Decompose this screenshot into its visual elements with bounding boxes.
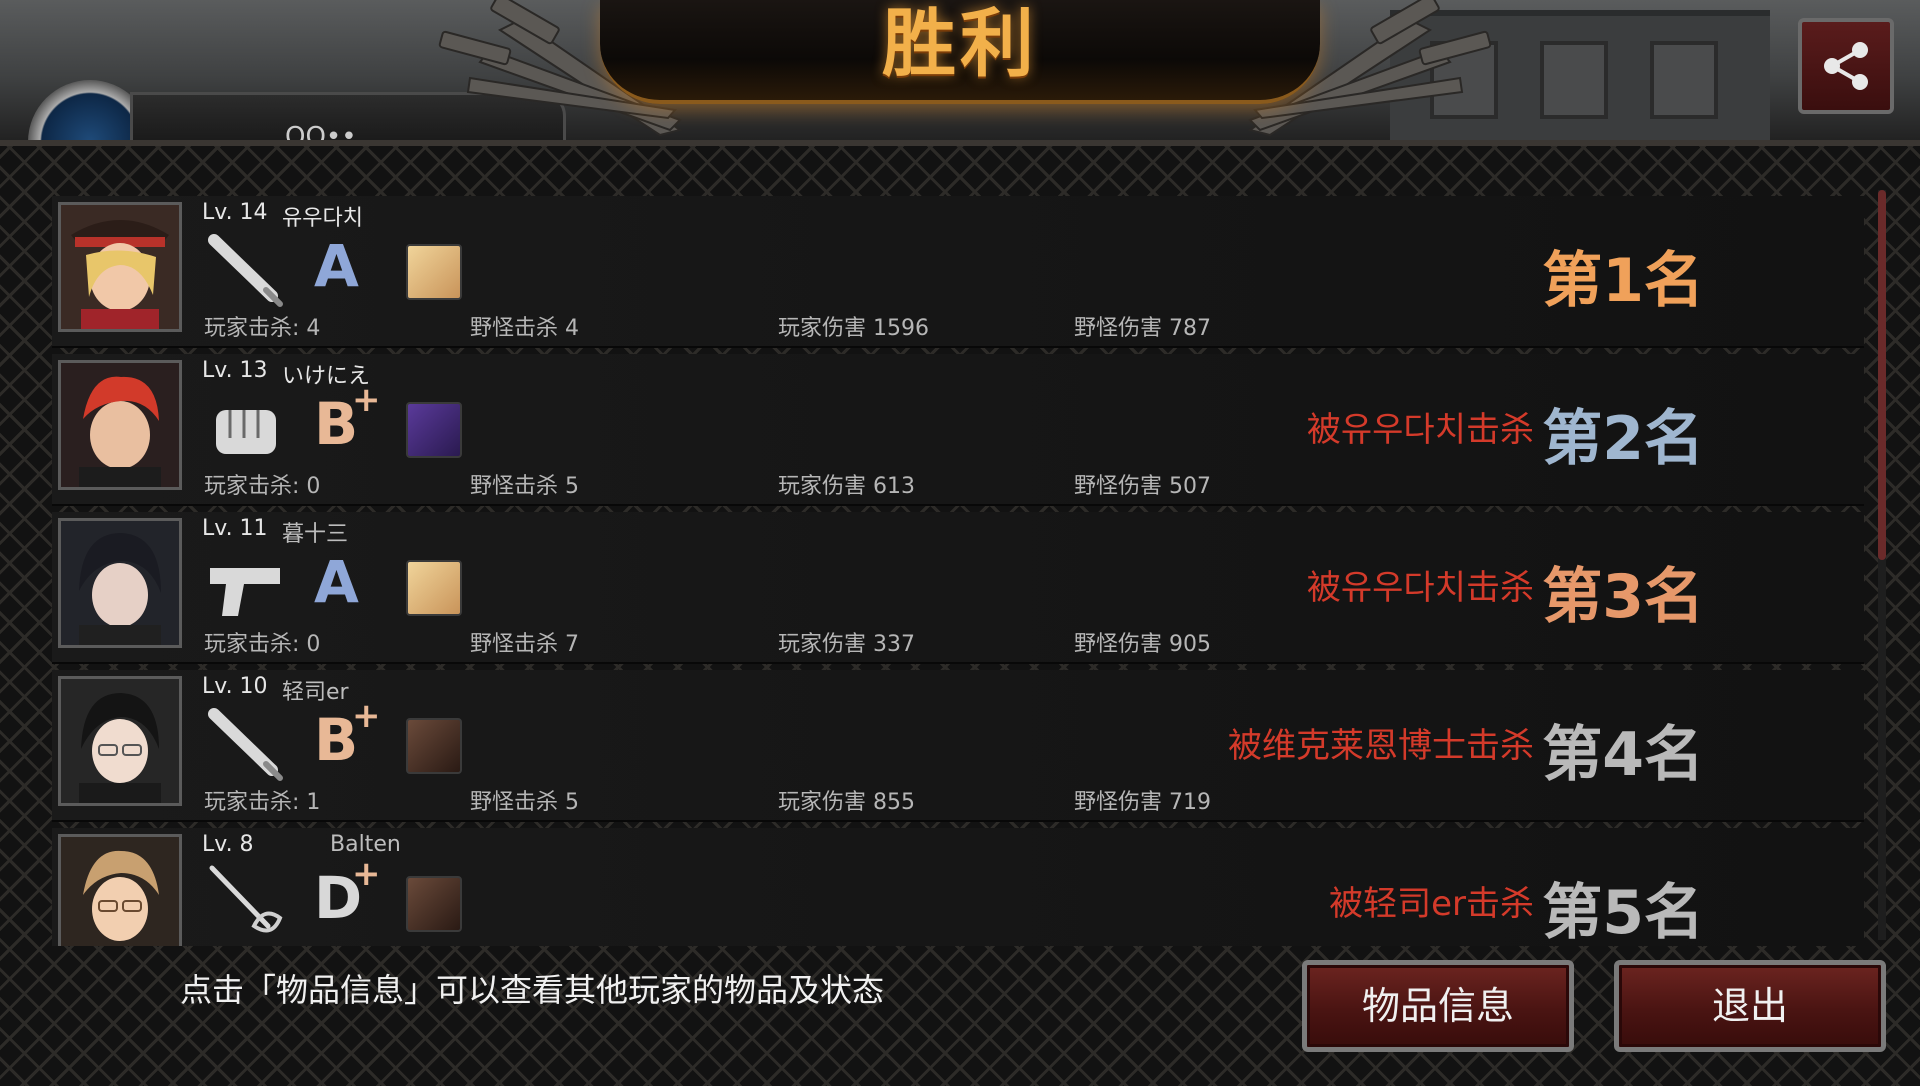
grade-plus: + <box>352 696 381 736</box>
player-kills: 玩家击杀: 0 <box>204 632 321 657</box>
item-info-button[interactable]: 物品信息 <box>1302 960 1574 1052</box>
player-kills: 玩家击杀: 1 <box>204 790 321 815</box>
player-kills: 玩家击杀: 0 <box>204 474 321 499</box>
player-row[interactable]: Lv. 14 유우다치 A 玩家击杀: 4 野怪击杀 4 玩家伤害 1596 野… <box>52 196 1864 348</box>
player-level: Lv. 8 <box>202 832 254 857</box>
scrollbar-thumb[interactable] <box>1878 190 1886 560</box>
item-info-hint: 点击「物品信息」可以查看其他玩家的物品及状态 <box>180 971 885 1009</box>
player-level: Lv. 11 <box>202 516 268 541</box>
results-list[interactable]: Lv. 14 유우다치 A 玩家击杀: 4 野怪击杀 4 玩家伤害 1596 野… <box>52 196 1864 946</box>
player-portrait <box>58 202 182 332</box>
player-row[interactable]: Lv. 8 Balten D + 被轻司er击杀 第5名 <box>52 828 1864 946</box>
share-icon <box>1824 42 1868 90</box>
binoculars-icon[interactable] <box>406 876 462 932</box>
exit-button[interactable]: 退出 <box>1614 960 1886 1052</box>
player-damage: 玩家伤害 1596 <box>778 316 929 341</box>
monster-damage: 野怪伤害 507 <box>1074 474 1211 499</box>
player-row[interactable]: Lv. 13 いけにえ B + 玩家击杀: 0 野怪击杀 5 玩家伤害 613 … <box>52 354 1864 506</box>
player-grade: A <box>314 548 359 616</box>
rank-label: 第2名 <box>1542 404 1704 474</box>
monster-kills: 野怪击杀 7 <box>470 632 579 657</box>
share-button[interactable] <box>1798 18 1894 114</box>
rank-label: 第1名 <box>1542 246 1704 316</box>
player-level: Lv. 13 <box>202 358 268 383</box>
player-level: Lv. 10 <box>202 674 268 699</box>
player-damage: 玩家伤害 855 <box>778 790 915 815</box>
grade-plus: + <box>352 380 381 420</box>
pistol-icon <box>210 568 280 616</box>
player-row[interactable]: Lv. 10 轻司er B + 玩家击杀: 1 野怪击杀 5 玩家伤害 855 … <box>52 670 1864 822</box>
monster-kills: 野怪击杀 5 <box>470 474 579 499</box>
crate-icon[interactable] <box>406 560 462 616</box>
purple-gear-icon[interactable] <box>406 402 462 458</box>
crate-icon[interactable] <box>406 244 462 300</box>
player-damage: 玩家伤害 337 <box>778 632 915 657</box>
player-portrait <box>58 834 182 946</box>
player-name: 暮十三 <box>282 522 349 547</box>
monster-kills: 野怪击杀 4 <box>470 316 579 341</box>
player-portrait <box>58 518 182 648</box>
player-grade: A <box>314 232 359 300</box>
bat-icon <box>208 708 283 781</box>
killed-by-label: 被维克莱恩博士击杀 <box>1228 726 1534 766</box>
rapier-icon <box>209 865 283 933</box>
player-name: 유우다치 <box>282 206 363 231</box>
monster-damage: 野怪伤害 787 <box>1074 316 1211 341</box>
monster-kills: 野怪击杀 5 <box>470 790 579 815</box>
player-row[interactable]: Lv. 11 暮十三 A 玩家击杀: 0 野怪击杀 7 玩家伤害 337 野怪伤… <box>52 512 1864 664</box>
player-damage: 玩家伤害 613 <box>778 474 915 499</box>
killed-by-label: 被유우다치击杀 <box>1306 410 1534 450</box>
fist-icon <box>216 410 276 454</box>
player-portrait <box>58 676 182 806</box>
killed-by-label: 被轻司er击杀 <box>1329 884 1534 924</box>
rank-label: 第4名 <box>1542 720 1704 790</box>
killed-by-label: 被유우다치击杀 <box>1306 568 1534 608</box>
grade-plus: + <box>352 854 381 894</box>
victory-title: 胜利 <box>882 1 1038 87</box>
monster-damage: 野怪伤害 719 <box>1074 790 1211 815</box>
results-panel: Lv. 14 유우다치 A 玩家击杀: 4 野怪击杀 4 玩家伤害 1596 野… <box>0 140 1920 1086</box>
binoculars-icon[interactable] <box>406 718 462 774</box>
player-level: Lv. 14 <box>202 200 268 225</box>
bat-icon <box>208 234 283 307</box>
player-portrait <box>58 360 182 490</box>
rank-label: 第3名 <box>1542 562 1704 632</box>
player-kills: 玩家击杀: 4 <box>204 316 321 341</box>
results-scrollbar[interactable] <box>1878 190 1886 940</box>
rank-label: 第5名 <box>1542 878 1704 946</box>
player-name: 轻司er <box>282 680 349 705</box>
monster-damage: 野怪伤害 905 <box>1074 632 1211 657</box>
